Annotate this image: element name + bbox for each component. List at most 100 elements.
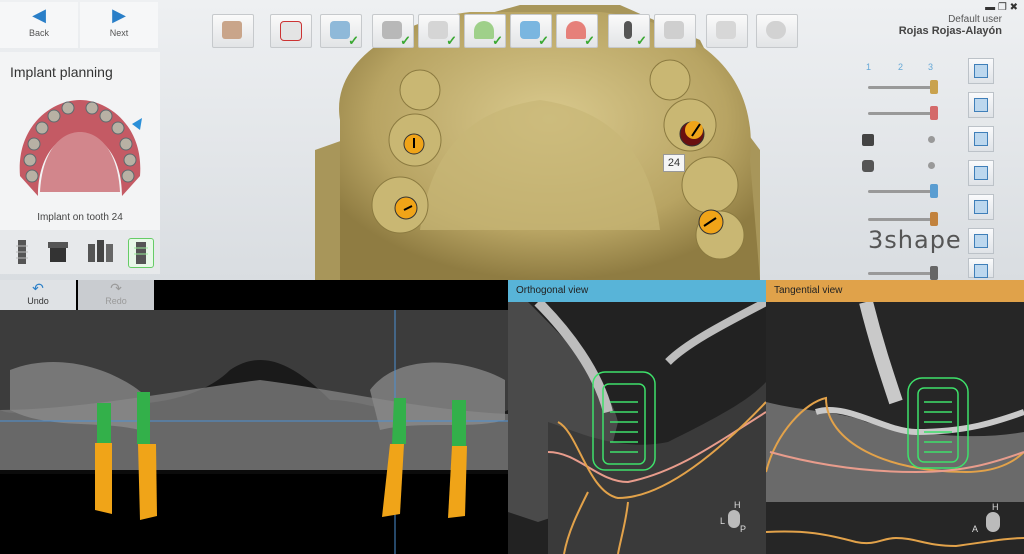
undo-button[interactable]: ↶ Undo: [0, 280, 76, 310]
abutment-step-button[interactable]: [654, 14, 696, 48]
user-role: Default user: [948, 14, 1002, 25]
check-icon: ✓: [584, 33, 595, 48]
undo-label: Undo: [27, 296, 49, 306]
export-step-button[interactable]: [756, 14, 798, 48]
panel-title: Implant planning: [10, 64, 113, 80]
tangential-view[interactable]: Tangential view H A: [766, 280, 1024, 554]
check-icon: ✓: [446, 33, 457, 48]
patient-step-button[interactable]: [212, 14, 254, 48]
view-front-button[interactable]: [968, 126, 994, 152]
margin-icon: [520, 21, 540, 39]
orientation-label: H: [734, 500, 741, 510]
model-box-icon: [428, 21, 448, 39]
dental-arch-thumbnail[interactable]: [12, 96, 148, 200]
redo-button[interactable]: ↷ Redo: [78, 280, 154, 310]
head-icon: [728, 510, 740, 528]
gingiva-arch-icon: [474, 21, 494, 39]
next-button[interactable]: ▶ Next: [80, 2, 158, 48]
crown-icon: [716, 21, 736, 39]
view-left-button[interactable]: [968, 194, 994, 220]
head-icon: [986, 512, 1000, 532]
next-arrow-icon: ▶: [112, 5, 126, 25]
user-info: Default user Rojas Rojas-Alayón: [899, 14, 1002, 37]
order-step-button[interactable]: [270, 14, 312, 48]
view-bottom-button[interactable]: [968, 92, 994, 118]
level-label: 3: [928, 62, 934, 72]
orientation-indicator: H L P: [720, 500, 750, 540]
implant-icon-active: [134, 242, 148, 264]
back-label: Back: [28, 28, 49, 38]
order-form-icon: [280, 21, 302, 41]
undo-bar: ↶ Undo ↷ Redo: [0, 280, 160, 310]
sleeve-button[interactable]: [44, 238, 72, 266]
view-screenshot-button[interactable]: [968, 258, 994, 278]
close-icon[interactable]: ✖: [1010, 2, 1018, 13]
sleeve-toggle-icon[interactable]: [862, 134, 874, 146]
implant-planning-panel: Implant planning Implant on tooth 24: [0, 52, 160, 274]
check-icon: ✓: [348, 33, 359, 48]
redo-arrow-icon: ↷: [110, 280, 122, 296]
level-label: 1: [866, 62, 872, 72]
implant-left-1: [95, 403, 112, 514]
level-label: 2: [898, 62, 904, 72]
tangential-view-header: Tangential view: [766, 280, 1024, 302]
back-button[interactable]: ◀ Back: [0, 2, 78, 48]
cut-step-button[interactable]: ✓: [372, 14, 414, 48]
multi-implant-button[interactable]: [84, 238, 114, 266]
view-right-button[interactable]: [968, 228, 994, 254]
window-controls: ▬ ❐ ✖: [985, 2, 1018, 13]
implant-selected-button[interactable]: [128, 238, 154, 268]
next-label: Next: [109, 28, 129, 38]
scissors-icon: [382, 21, 402, 39]
check-icon: ✓: [636, 33, 647, 48]
view-top-button[interactable]: [968, 58, 994, 84]
crown-step-button[interactable]: [706, 14, 748, 48]
multi-implant-icon: [88, 240, 113, 262]
implant-toggle-icon[interactable]: [862, 160, 874, 172]
implant-library-button[interactable]: [10, 238, 34, 266]
view-back-button[interactable]: [968, 160, 994, 186]
panoramic-ct-image: [0, 310, 508, 554]
workflow-toolbar: ◀ Back ▶ Next ✓ ✓ ✓ ✓ ✓ ✓ ✓ Default user…: [0, 0, 1024, 50]
selected-tooth-pointer-icon: [132, 118, 142, 130]
brand-logo: 3shape: [868, 226, 962, 254]
implant-marker: [403, 133, 425, 155]
orientation-label: L: [720, 516, 726, 526]
export-disc-icon: [766, 21, 786, 39]
selection-status: Implant on tooth 24: [37, 212, 123, 223]
check-icon: ✓: [400, 33, 411, 48]
jaw-opacity-slider[interactable]: [868, 80, 938, 94]
abutment-icon: [664, 21, 684, 39]
restore-icon[interactable]: ❐: [998, 2, 1007, 13]
panoramic-view[interactable]: [0, 310, 508, 554]
orthogonal-view[interactable]: Orthogonal view H L P: [508, 280, 766, 554]
orientation-indicator: H A: [972, 502, 1012, 542]
patient-photo-icon: [222, 21, 242, 39]
minimize-icon[interactable]: ▬: [985, 2, 995, 13]
denture-step-button[interactable]: ✓: [556, 14, 598, 48]
back-arrow-icon: ◀: [32, 5, 46, 25]
orientation-label: A: [972, 524, 979, 534]
check-icon: ✓: [538, 33, 549, 48]
user-name: Rojas Rojas-Alayón: [898, 25, 1002, 37]
scanner-icon: [330, 21, 350, 39]
implant-marker-selected: [679, 121, 705, 147]
gingiva-step-button[interactable]: ✓: [464, 14, 506, 48]
implant-screw-icon: [624, 21, 632, 39]
ct-opacity-slider[interactable]: [868, 266, 938, 280]
model-step-button[interactable]: ✓: [418, 14, 460, 48]
scan-opacity-slider[interactable]: [868, 184, 938, 198]
tooth-number-label: 24: [663, 154, 685, 172]
redo-label: Redo: [105, 296, 127, 306]
sleeve-visibility-dot[interactable]: [928, 136, 935, 143]
denture-arch-icon: [566, 21, 586, 39]
margin-step-button[interactable]: ✓: [510, 14, 552, 48]
gingiva-opacity-slider[interactable]: [868, 106, 938, 120]
bone-opacity-slider[interactable]: [868, 212, 938, 226]
orthogonal-view-header: Orthogonal view: [508, 280, 766, 302]
sleeve-icon: [48, 242, 68, 262]
implant-step-button[interactable]: ✓: [608, 14, 650, 48]
scan-step-button[interactable]: ✓: [320, 14, 362, 48]
implant-visibility-dot[interactable]: [928, 162, 935, 169]
implant-marker: [698, 209, 724, 235]
